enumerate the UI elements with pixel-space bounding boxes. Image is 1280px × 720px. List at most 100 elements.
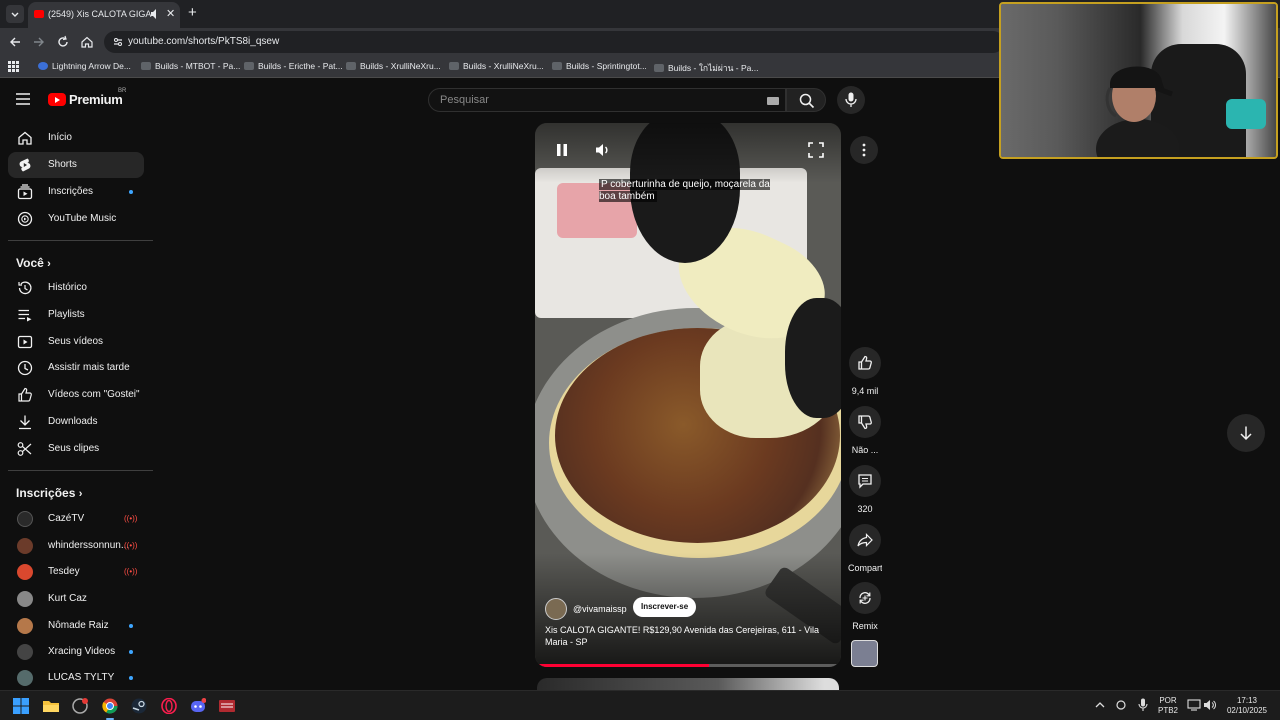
bookmark-item[interactable]: Lightning Arrow De...: [38, 61, 131, 71]
browser-tab[interactable]: (2549) Xis CALOTA GIGANTE! R$129,90 ✕: [28, 2, 180, 28]
subscriptions-icon: [17, 184, 33, 200]
share-button[interactable]: Compart...: [848, 524, 882, 573]
chevron-up-icon[interactable]: [1095, 701, 1105, 709]
home-icon: [18, 131, 32, 145]
search-icon: [799, 93, 815, 109]
app-icon[interactable]: [72, 698, 88, 714]
webcam-person: [1096, 66, 1180, 157]
bookmark-item[interactable]: Builds - Sprintingtot...: [552, 61, 647, 71]
apps-grid-icon[interactable]: [8, 61, 19, 72]
forward-icon[interactable]: [32, 35, 46, 49]
pause-icon[interactable]: [555, 143, 569, 157]
dislike-button[interactable]: Não ...: [848, 406, 882, 455]
steam-icon[interactable]: [131, 698, 147, 714]
search-button[interactable]: [786, 88, 826, 112]
close-tab-icon[interactable]: ✕: [166, 7, 175, 20]
sidebar-item-clips[interactable]: Seus clipes: [8, 436, 144, 462]
sidebar-item-home[interactable]: Início: [8, 125, 144, 151]
comments-button[interactable]: 320: [848, 465, 882, 514]
channel-avatar: [17, 591, 33, 607]
windows-start-icon[interactable]: [13, 698, 29, 714]
system-clock[interactable]: 17:13 02/10/2025: [1222, 696, 1272, 716]
subscribe-button[interactable]: Inscrever-se: [633, 597, 697, 617]
new-tab-icon[interactable]: +: [188, 4, 197, 21]
sidebar-item-youtube-music[interactable]: YouTube Music: [8, 206, 144, 232]
chrome-icon[interactable]: [102, 698, 118, 714]
next-video-button[interactable]: [1227, 414, 1265, 452]
bookmark-item[interactable]: Builds - ใกไม่ผ่าน - Pa...: [654, 61, 758, 75]
video-progress-bar[interactable]: [535, 664, 841, 667]
sidebar-item-shorts[interactable]: Shorts: [8, 152, 144, 178]
channel-info[interactable]: @vivamaissp: [545, 598, 627, 620]
live-indicator-icon: ((•)): [124, 514, 138, 523]
tab-search-button[interactable]: [6, 5, 24, 23]
like-button[interactable]: 9,4 mil: [848, 347, 882, 396]
subscription-channel-item[interactable]: Tesdey ((•)): [8, 559, 144, 585]
youtube-premium-logo[interactable]: Premium BR: [48, 88, 126, 107]
subscription-channel-item[interactable]: whinderssonnun... ((•)): [8, 533, 144, 559]
divider: [8, 240, 153, 241]
thumbs-down-icon: [858, 415, 872, 430]
sidebar-item-playlists[interactable]: Playlists: [8, 302, 144, 328]
bookmark-item[interactable]: Builds - MTBOT - Pa...: [141, 61, 240, 71]
input-language[interactable]: POR PTB2: [1156, 696, 1180, 716]
subscription-channel-item[interactable]: LUCAS TYLTY: [8, 665, 144, 691]
new-content-dot: [129, 190, 133, 194]
video-title[interactable]: Xis CALOTA GIGANTE! R$129,90 Avenida das…: [545, 624, 829, 648]
address-bar[interactable]: youtube.com/shorts/PkTS8i_qsew: [104, 31, 1004, 53]
bookmark-icon: [654, 64, 664, 72]
webcam-cushion: [1226, 99, 1266, 129]
clips-icon: [17, 442, 32, 456]
shorts-video-player[interactable]: P coberturinha de queijo, moçarela da bo…: [535, 123, 841, 667]
windows-taskbar: POR PTB2 17:13 02/10/2025: [0, 690, 1280, 720]
keyboard-icon[interactable]: [767, 97, 779, 105]
network-icon[interactable]: [1187, 699, 1201, 711]
bookmark-item[interactable]: Builds - Ericthe - Pat...: [244, 61, 343, 71]
sidebar-item-subscriptions[interactable]: Inscrições: [8, 179, 144, 205]
file-explorer-icon[interactable]: [43, 698, 59, 714]
top-gradient: [535, 123, 841, 183]
remix-button[interactable]: Remix: [848, 582, 882, 631]
like-count: 9,4 mil: [851, 386, 879, 396]
volume-tray-icon[interactable]: [1203, 699, 1217, 711]
sidebar-item-watch-later[interactable]: Assistir mais tarde: [8, 355, 144, 381]
sidebar: Início Shorts Inscrições YouTube Music V…: [0, 120, 155, 690]
sidebar-item-liked-videos[interactable]: Vídeos com "Gostei": [8, 382, 144, 408]
reload-icon[interactable]: [56, 35, 70, 49]
audio-source-thumbnail[interactable]: [851, 640, 878, 667]
subscription-channel-item[interactable]: CazéTV ((•)): [8, 506, 144, 532]
sync-icon[interactable]: [1115, 699, 1127, 711]
sidebar-item-history[interactable]: Histórico: [8, 275, 144, 301]
subscriptions-section-header[interactable]: Inscrições ›: [16, 486, 82, 500]
bookmark-icon: [346, 62, 356, 70]
new-content-dot: [129, 676, 133, 680]
search-input[interactable]: Pesquisar: [428, 88, 786, 112]
voice-search-button[interactable]: [837, 86, 865, 114]
sidebar-item-downloads[interactable]: Downloads: [8, 409, 144, 435]
sidebar-item-your-videos[interactable]: Seus vídeos: [8, 329, 144, 355]
back-icon[interactable]: [8, 35, 22, 49]
discord-icon[interactable]: [190, 698, 206, 714]
remix-label: Remix: [852, 621, 878, 631]
channel-avatar[interactable]: [545, 598, 567, 620]
volume-icon[interactable]: [595, 142, 611, 158]
opera-gx-icon[interactable]: [161, 698, 177, 714]
bookmark-item[interactable]: Builds - XrulliNeXru...: [346, 61, 441, 71]
you-section-header[interactable]: Você ›: [16, 256, 51, 270]
audio-playing-icon[interactable]: [150, 8, 160, 20]
bookmark-item[interactable]: Builds - XrulliNeXru...: [449, 61, 544, 71]
fullscreen-icon[interactable]: [808, 142, 824, 158]
home-page-icon[interactable]: [80, 35, 94, 49]
subscription-channel-item[interactable]: Xracing Videos: [8, 639, 144, 665]
menu-icon[interactable]: [16, 93, 30, 105]
more-options-button[interactable]: [850, 136, 878, 164]
webcam-overlay: [999, 2, 1278, 159]
mic-tray-icon[interactable]: [1138, 698, 1148, 712]
subscription-channel-item[interactable]: Nômade Raiz: [8, 613, 144, 639]
voicemeeter-icon[interactable]: [219, 698, 235, 714]
dislike-label: Não ...: [851, 445, 879, 455]
subscription-channel-item[interactable]: Kurt Caz: [8, 586, 144, 612]
history-icon: [18, 281, 32, 295]
playlists-icon: [18, 309, 32, 322]
site-info-icon[interactable]: [112, 36, 124, 48]
